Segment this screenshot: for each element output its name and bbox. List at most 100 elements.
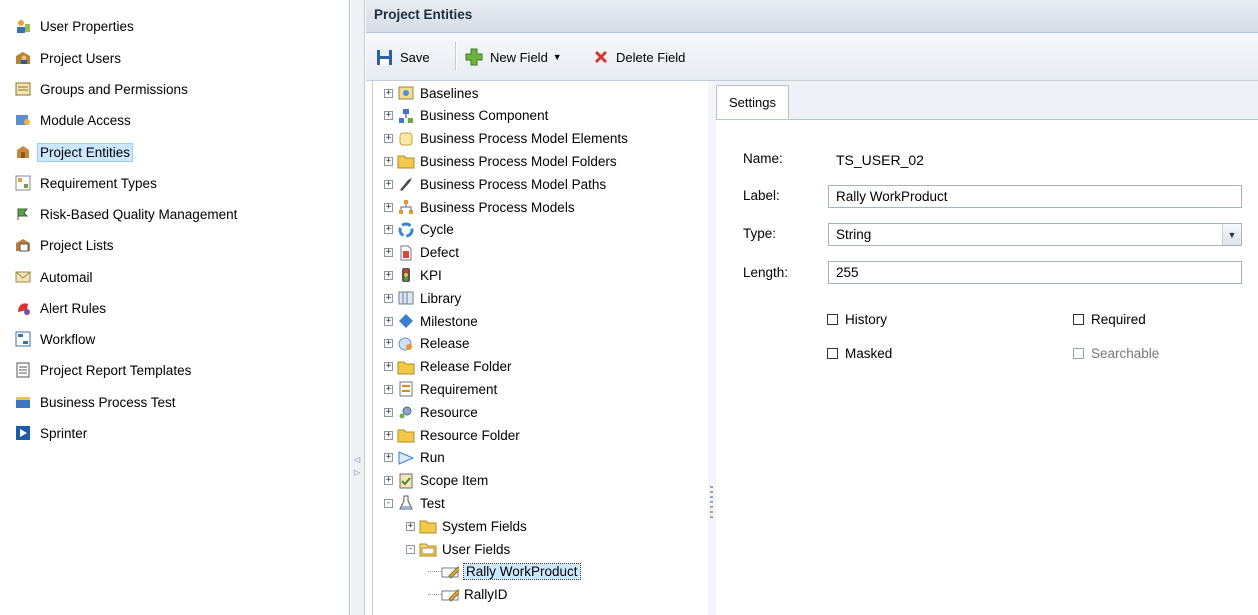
nav-item-risk-based-qm[interactable]: Risk-Based Quality Management [14,203,241,225]
nav-item-label: Risk-Based Quality Management [40,206,238,222]
expand-right-icon[interactable]: ▷ [354,468,360,477]
required-checkbox[interactable]: Required [1073,312,1146,327]
tree-item-label: Release [420,336,470,352]
nav-item-user-properties[interactable]: User Properties [14,15,138,37]
expand-icon[interactable]: + [384,248,393,258]
expand-icon[interactable]: + [384,225,393,235]
tree-item[interactable]: + Requirement [384,379,497,399]
collapse-icon[interactable]: - [406,544,415,554]
expand-icon[interactable]: + [384,293,393,303]
expand-icon[interactable]: + [384,316,393,326]
nav-item-module-access[interactable]: Module Access [14,109,135,131]
nav-item-sprinter[interactable]: Sprinter [14,422,91,444]
tree-item[interactable]: + Business Process Model Folders [384,151,617,171]
expand-icon[interactable]: + [406,521,415,531]
tree-item-label: Cycle [420,222,454,238]
tab-settings[interactable]: Settings [716,85,789,119]
requirement-types-icon [14,174,32,192]
history-label: History [845,312,888,327]
tree-item[interactable]: + Library [384,288,461,308]
nav-item-groups-permissions[interactable]: Groups and Permissions [14,78,192,100]
required-label: Required [1091,312,1146,327]
tree-item[interactable]: + Resource Folder [384,425,520,445]
save-button[interactable]: Save [376,46,430,68]
test-icon [397,494,415,512]
nav-item-workflow[interactable]: Workflow [14,328,99,350]
checkbox-box[interactable] [827,348,838,359]
expand-icon[interactable]: + [384,453,393,463]
label-field[interactable]: Rally WorkProduct [828,185,1242,208]
nav-item-project-entities[interactable]: Project Entities [14,141,136,163]
checkbox-box[interactable] [827,314,838,325]
tree-item[interactable]: + Release [384,334,470,354]
delete-field-button[interactable]: Delete Field [593,46,685,68]
masked-label: Masked [845,346,893,361]
tab-strip: Settings [716,81,1258,120]
nav-item-project-users[interactable]: Project Users [14,47,125,69]
tree-item[interactable]: + Business Process Model Elements [384,129,628,149]
expand-icon[interactable]: + [384,202,393,212]
chevron-down-icon[interactable]: ▼ [1222,224,1241,245]
chevron-down-icon[interactable]: ▼ [553,52,562,62]
field-icon [441,586,459,604]
expand-icon[interactable]: + [384,384,393,394]
nav-item-project-lists[interactable]: Project Lists [14,234,118,256]
type-select[interactable]: String ▼ [828,223,1242,246]
tree-item-label: Business Process Model Paths [420,176,607,192]
tree-item[interactable]: + Milestone [384,311,478,331]
nav-item-report-templates[interactable]: Project Report Templates [14,359,195,381]
cycle-icon [397,221,415,239]
tree-item[interactable]: + Cycle [384,220,454,240]
expand-icon[interactable]: + [384,476,393,486]
length-field[interactable]: 255 [828,261,1242,284]
tree-item[interactable]: + Scope Item [384,471,488,491]
expand-icon[interactable]: + [384,407,393,417]
expand-icon[interactable]: + [384,270,393,280]
nav-item-label: Automail [40,269,93,285]
expand-icon[interactable]: + [384,430,393,440]
nav-item-alert-rules[interactable]: Alert Rules [14,297,110,319]
tree-item[interactable]: - User Fields [406,539,510,559]
tree-item[interactable]: + System Fields [406,516,527,536]
nav-item-requirement-types[interactable]: Requirement Types [14,172,161,194]
tree-item-label: Release Folder [420,359,512,375]
user-properties-icon [14,17,32,35]
tree-item[interactable]: + Defect [384,243,459,263]
expand-icon[interactable]: + [384,339,393,349]
tree-item-label: Scope Item [420,473,489,489]
tree-item[interactable]: + Resource [384,402,478,422]
tree-item[interactable]: RallyID [428,585,508,605]
history-checkbox[interactable]: History [827,312,887,327]
tree-item[interactable]: + KPI [384,265,442,285]
nav-item-label: User Properties [40,18,134,34]
entity-tree: + Baselines + Business Component + Business P… [372,81,709,615]
tree-item[interactable]: Rally WorkProduct [428,562,581,582]
add-icon [465,48,483,66]
masked-checkbox[interactable]: Masked [827,346,892,361]
checkbox-box[interactable] [1073,314,1084,325]
expand-icon[interactable]: + [384,111,393,121]
tree-item-label: Resource [420,404,478,420]
new-field-button[interactable]: New Field ▼ [465,46,562,68]
collapse-icon[interactable]: - [384,498,393,508]
nav-item-automail[interactable]: Automail [14,266,97,288]
expand-icon[interactable]: + [384,88,393,98]
tree-item-label: Requirement [420,381,498,397]
collapse-left-icon[interactable]: ◁ [354,455,360,464]
tree-item[interactable]: + Business Process Model Paths [384,174,606,194]
tree-item[interactable]: + Baselines [384,83,479,103]
tree-item[interactable]: + Business Process Models [384,197,575,217]
tree-item[interactable]: + Run [384,448,445,468]
expand-icon[interactable]: + [384,179,393,189]
tree-item-label: Business Process Model Folders [420,153,617,169]
expand-icon[interactable]: + [384,134,393,144]
splitter-grip[interactable] [710,486,713,520]
expand-icon[interactable]: + [384,156,393,166]
tree-item[interactable]: - Test [384,493,445,513]
nav-item-business-process-test[interactable]: Business Process Test [14,391,180,413]
tree-item[interactable]: + Business Component [384,106,548,126]
collapse-splitter[interactable]: ◁ ▷ [351,0,365,615]
tree-item[interactable]: + Release Folder [384,357,512,377]
expand-icon[interactable]: + [384,362,393,372]
pane-splitter[interactable] [708,81,716,615]
